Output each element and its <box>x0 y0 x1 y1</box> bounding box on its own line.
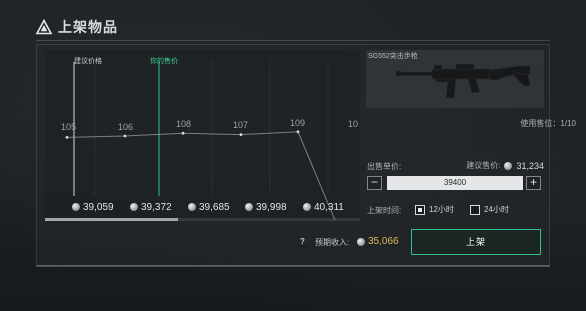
slot-usage: 使用售位：1/10 <box>520 119 576 128</box>
rifle-icon <box>396 63 531 99</box>
price-chart-svg <box>65 60 336 220</box>
list-item-button[interactable]: 上架 <box>411 229 541 255</box>
duration-option-label: 12小时 <box>429 205 454 214</box>
unit-price-label: 出售单价: <box>367 162 402 171</box>
price-tick[interactable]: 39,372 <box>130 200 172 214</box>
duration-option-12h[interactable]: 12小时 <box>415 204 454 215</box>
title-divider <box>36 40 550 41</box>
coin-icon <box>130 203 138 211</box>
price-chart <box>45 50 360 220</box>
suggested-price-label: 建议售价: <box>466 161 501 170</box>
price-tick-label: 39,685 <box>199 201 230 213</box>
warning-triangle-icon <box>36 19 52 35</box>
suggested-price-marker-label: 建议价格 <box>74 58 102 65</box>
chart-scrollbar-thumb[interactable] <box>45 218 178 221</box>
listing-window: 上架物品 建议价格 你的售价 105 106 108 107 109 10 39… <box>0 0 586 311</box>
chart-scrollbar[interactable] <box>45 218 360 221</box>
coin-icon <box>504 161 513 170</box>
listing-count-point <box>181 131 185 135</box>
unit-price-input[interactable] <box>387 176 523 190</box>
listing-count-point <box>65 136 69 139</box>
panel-divider <box>36 265 550 267</box>
coin-icon <box>357 237 365 246</box>
coin-icon <box>303 203 311 211</box>
chart-count-label: 109 <box>290 118 306 128</box>
expected-income-label: 预期收入: <box>315 238 350 247</box>
price-tick[interactable]: 40,311 <box>303 200 344 214</box>
checkbox-unchecked-icon[interactable] <box>470 204 480 215</box>
price-tick-label: 39,998 <box>256 201 287 213</box>
expected-income: 35,066 <box>357 236 399 247</box>
listing-count-point <box>239 133 243 136</box>
increase-price-button[interactable]: + <box>526 176 541 190</box>
checkbox-checked-icon[interactable] <box>415 204 425 215</box>
chart-count-label: 107 <box>233 120 249 130</box>
price-tick-label: 39,372 <box>141 201 172 213</box>
coin-icon <box>72 203 80 211</box>
help-icon[interactable]: ? <box>300 237 305 246</box>
item-card: SG552突击步枪 <box>366 50 544 108</box>
duration-option-label: 24小时 <box>484 205 509 214</box>
chart-count-label: 10 <box>348 119 359 129</box>
page-title: 上架物品 <box>58 19 118 35</box>
duration-option-24h[interactable]: 24小时 <box>470 204 509 215</box>
suggested-price: 建议售价: 31,234 <box>466 160 544 171</box>
chart-count-label: 108 <box>176 119 192 129</box>
price-tick[interactable]: 39,998 <box>245 200 287 214</box>
chart-count-label: 106 <box>118 122 134 132</box>
expected-income-value: 35,066 <box>368 236 399 247</box>
coin-icon <box>245 203 253 211</box>
price-tick-label: 39,059 <box>83 201 114 213</box>
suggested-price-value: 31,234 <box>516 160 544 171</box>
price-tick[interactable]: 39,059 <box>72 200 114 214</box>
listing-count-point <box>123 134 127 138</box>
listing-count-point <box>296 130 300 134</box>
duration-label: 上架时间: <box>367 206 402 215</box>
chart-count-label: 105 <box>61 122 77 132</box>
title-bar: 上架物品 <box>36 16 118 38</box>
coin-icon <box>188 203 196 211</box>
price-tick[interactable]: 39,685 <box>188 200 230 214</box>
decrease-price-button[interactable]: − <box>367 176 382 190</box>
price-tick-label: 40,311 <box>314 201 344 213</box>
your-price-marker-label: 你的售价 <box>150 58 178 65</box>
